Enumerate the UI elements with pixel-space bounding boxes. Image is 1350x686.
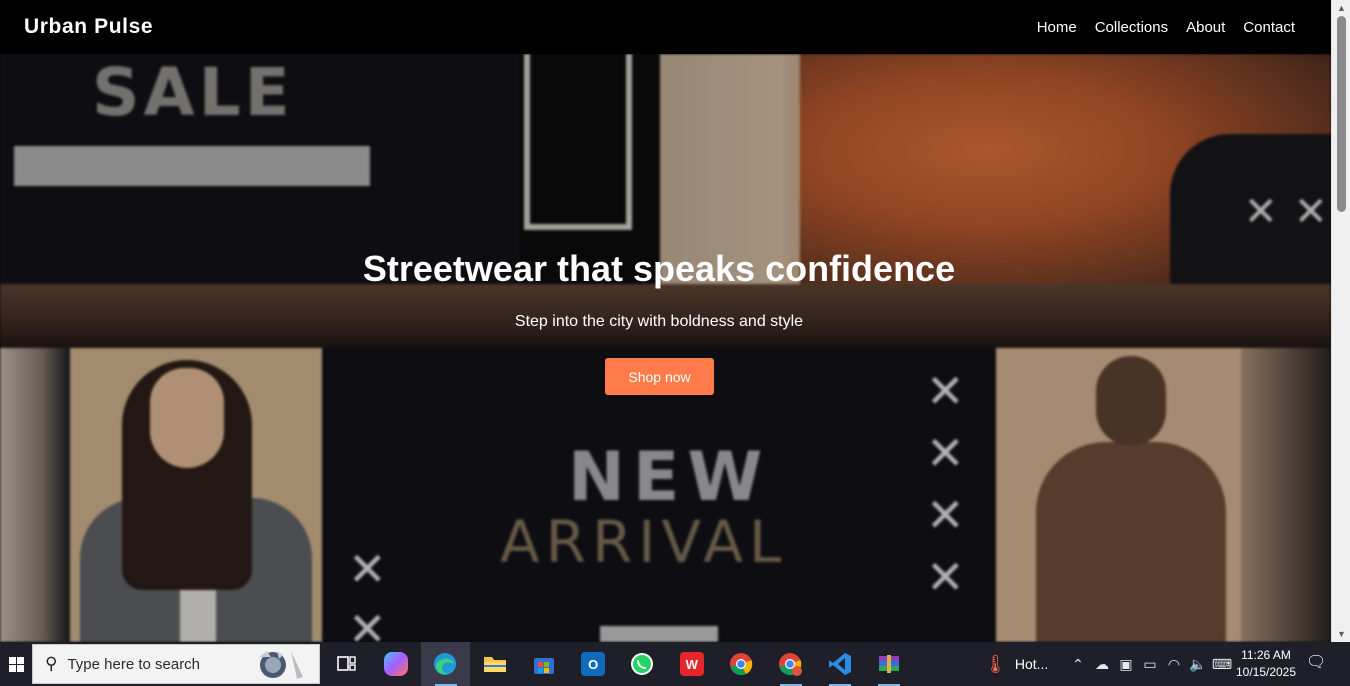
chrome-profile-button[interactable] [766, 642, 815, 686]
taskbar-apps: O W [322, 642, 914, 686]
thermometer-icon: 🌡 [984, 653, 1007, 674]
scroll-up-arrow-icon[interactable]: ▲ [1332, 0, 1350, 16]
outlook-icon: O [581, 652, 606, 676]
weather-label: Hot... [1014, 656, 1049, 672]
whatsapp-button[interactable] [618, 642, 667, 686]
winrar-button[interactable] [864, 642, 913, 686]
wps-icon: W [679, 652, 704, 676]
windows-logo-icon [8, 656, 24, 672]
shop-now-button[interactable]: Shop now [605, 358, 714, 395]
clock-date: 10/15/2025 [1235, 665, 1297, 679]
copilot-button[interactable] [371, 642, 420, 686]
copilot-icon [383, 652, 408, 676]
microsoft-store-button[interactable] [519, 642, 568, 686]
volume-icon[interactable]: 🔈 [1186, 656, 1210, 673]
wifi-icon[interactable]: ◠ [1162, 656, 1186, 673]
language-icon[interactable]: ⌨ [1210, 656, 1234, 673]
notification-icon[interactable]: 🗨 [1306, 652, 1326, 674]
hero-overlay [0, 54, 1331, 642]
vscode-button[interactable] [815, 642, 864, 686]
brand-logo[interactable]: Urban Pulse [24, 15, 153, 39]
scroll-down-arrow-icon[interactable]: ▼ [1332, 626, 1350, 642]
windows-taskbar: ⚲ Type here to search O W 🌡 Hot... ⌃ ☁ ▣… [0, 642, 1350, 686]
taskbar-search-box[interactable]: ⚲ Type here to search [32, 644, 320, 684]
edge-button[interactable] [420, 642, 470, 686]
hero-subtitle: Step into the city with boldness and sty… [514, 313, 804, 330]
search-icon: ⚲ [45, 654, 58, 673]
search-highlight-icon [259, 651, 303, 679]
task-view-icon [336, 656, 356, 671]
edge-icon [434, 653, 457, 675]
meet-icon[interactable]: ▣ [1114, 656, 1138, 673]
scroll-thumb[interactable] [1337, 16, 1346, 212]
clock[interactable]: 11:26 AM 10/15/2025 [1233, 647, 1299, 681]
task-view-button[interactable] [322, 642, 371, 686]
system-tray: 🌡 Hot... ⌃ ☁ ▣ ▭ ◠ 🔈 ⌨ [978, 642, 1234, 686]
nav-link-home[interactable]: Home [1037, 19, 1077, 36]
weather-widget[interactable]: 🌡 Hot... [978, 654, 1066, 675]
chrome-icon [730, 653, 753, 676]
file-explorer-button[interactable] [470, 642, 519, 686]
wps-office-button[interactable]: W [667, 642, 716, 686]
vscode-icon [828, 653, 851, 675]
chrome-button[interactable] [716, 642, 765, 686]
store-icon [533, 658, 554, 674]
chrome-profile-icon [779, 653, 803, 676]
folder-icon [483, 657, 506, 672]
hero-title: Streetwear that speaks confidence [362, 248, 956, 289]
outlook-button[interactable]: O [568, 642, 617, 686]
nav-link-contact[interactable]: Contact [1243, 19, 1295, 36]
clock-time: 11:26 AM [1241, 648, 1291, 662]
winrar-icon [878, 655, 899, 673]
battery-icon[interactable]: ▭ [1138, 656, 1162, 673]
start-button[interactable] [0, 642, 32, 686]
nav-link-collections[interactable]: Collections [1095, 19, 1168, 36]
top-navbar: Urban Pulse Home Collections About Conta… [0, 0, 1331, 54]
onedrive-icon[interactable]: ☁ [1090, 656, 1114, 673]
nav-links: Home Collections About Contact [1037, 19, 1295, 36]
nav-link-about[interactable]: About [1186, 19, 1225, 36]
whatsapp-icon [631, 653, 654, 675]
vertical-scrollbar[interactable]: ▲ ▼ [1331, 0, 1350, 642]
chevron-up-icon[interactable]: ⌃ [1066, 656, 1090, 673]
search-placeholder: Type here to search [67, 655, 201, 673]
browser-viewport: SALE NEW ARRIVAL ✕ ✕ ✕ ✕ ✕ ✕ ✕ ✕ Urban P… [0, 0, 1331, 642]
